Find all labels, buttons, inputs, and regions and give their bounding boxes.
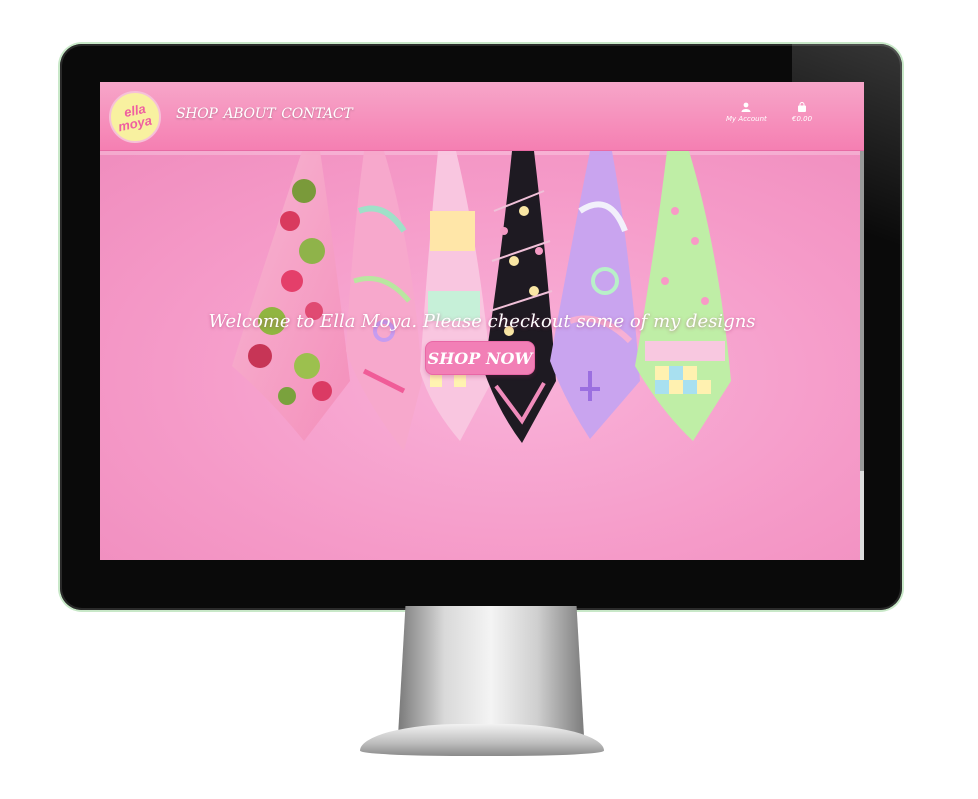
hero-welcome-text: Welcome to Ella Moya. Please checkout so…	[208, 311, 756, 332]
monitor-frame: ella moya SHOP ABOUT CONTACT My Account	[60, 44, 902, 610]
main-nav: SHOP ABOUT CONTACT	[176, 106, 353, 122]
scarf-pastel-checker-image	[420, 151, 492, 441]
scrollbar-thumb[interactable]	[860, 151, 864, 471]
nav-contact[interactable]: CONTACT	[281, 106, 352, 122]
nav-about[interactable]: ABOUT	[224, 106, 276, 122]
shop-now-button[interactable]: SHOP NOW	[425, 341, 535, 375]
cart-link[interactable]: €0.00	[792, 102, 812, 123]
site-header: ella moya SHOP ABOUT CONTACT My Account	[100, 82, 864, 151]
ella-moya-logo[interactable]: ella moya	[109, 91, 161, 143]
my-account-link[interactable]: My Account	[726, 102, 767, 123]
cart-total: €0.00	[792, 115, 813, 123]
my-account-label: My Account	[726, 115, 767, 123]
scarf-mint-pastel-image	[635, 151, 731, 441]
logo-text-bottom: moya	[116, 112, 154, 135]
nav-shop[interactable]: SHOP	[176, 106, 218, 122]
scarf-black-floral-image	[484, 151, 556, 443]
scarf-lavender-zodiac-image	[550, 151, 640, 439]
website-screen: ella moya SHOP ABOUT CONTACT My Account	[100, 82, 864, 560]
shopping-bag-icon	[798, 102, 807, 112]
page-scrollbar[interactable]	[860, 151, 864, 560]
scarf-zodiac-pink-image	[346, 151, 422, 451]
monitor-stand-neck	[398, 606, 584, 736]
hero-banner: Welcome to Ella Moya. Please checkout so…	[100, 151, 864, 560]
user-icon	[741, 102, 751, 112]
scarf-floral-image	[232, 151, 350, 441]
